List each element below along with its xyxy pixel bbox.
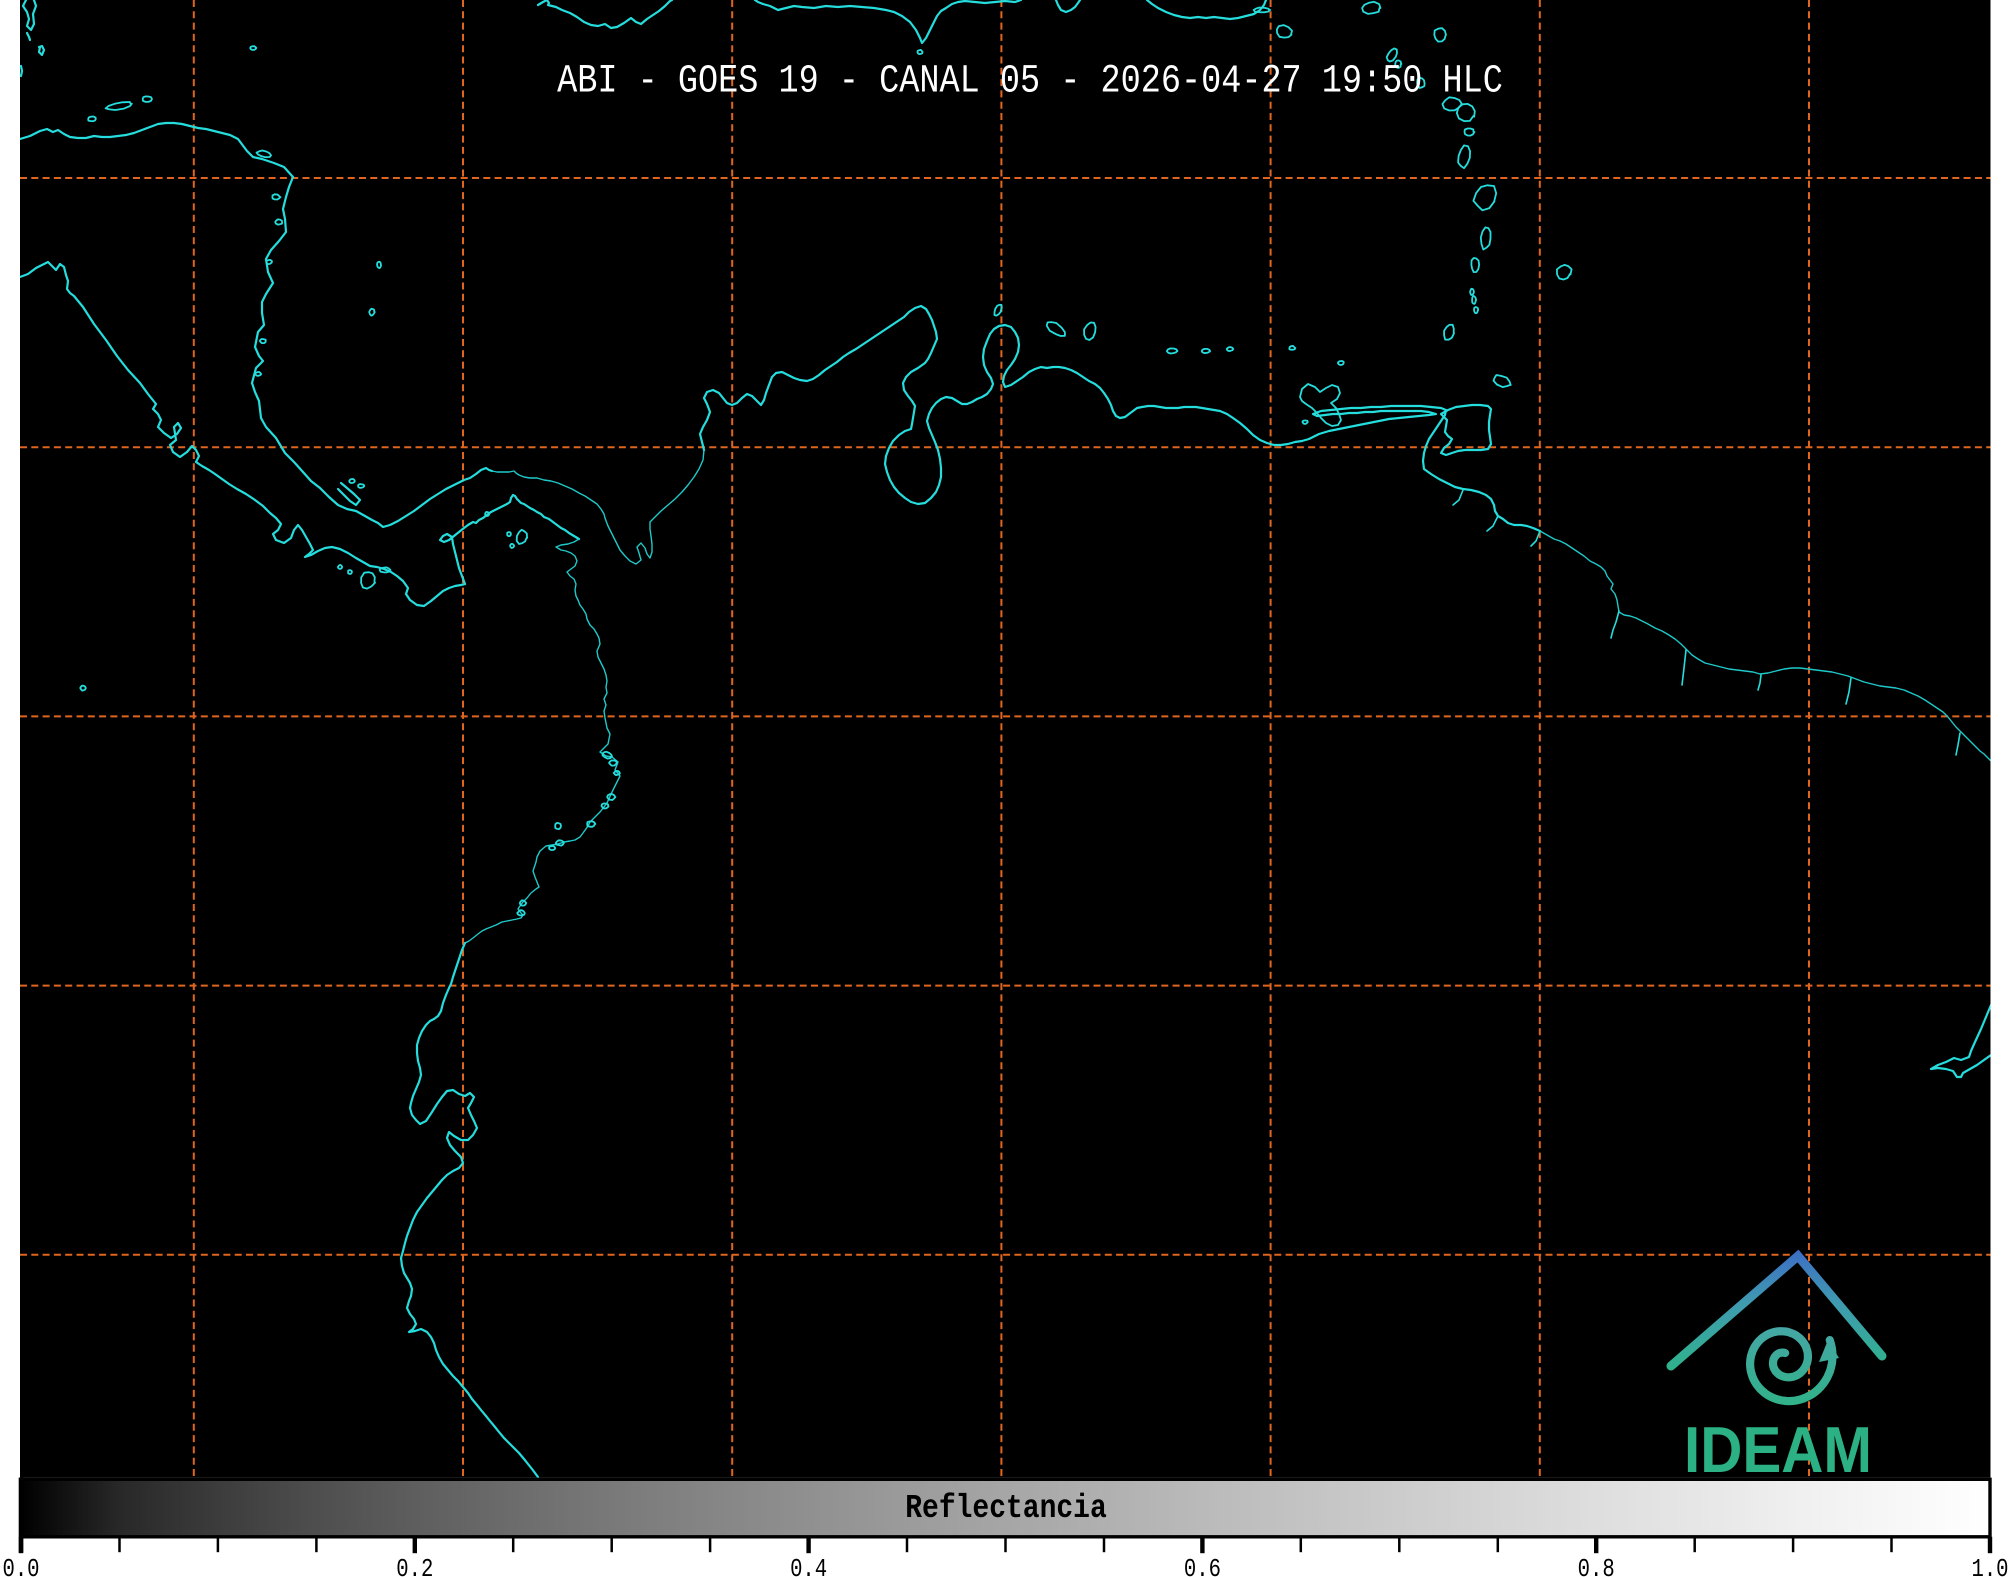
- svg-text:Reflectancia: Reflectancia: [905, 1490, 1106, 1528]
- svg-text:0.8: 0.8: [1578, 1555, 1615, 1577]
- svg-text:IDEAM: IDEAM: [1684, 1413, 1872, 1486]
- svg-text:ABI - GOES 19 - CANAL 05 - 202: ABI - GOES 19 - CANAL 05 - 2026-04-27 19…: [557, 59, 1503, 104]
- svg-text:0.2: 0.2: [396, 1555, 433, 1577]
- svg-text:0.4: 0.4: [790, 1555, 827, 1577]
- svg-text:1.0: 1.0: [1971, 1555, 2008, 1577]
- svg-text:0.0: 0.0: [2, 1555, 39, 1577]
- svg-text:0.6: 0.6: [1184, 1555, 1221, 1577]
